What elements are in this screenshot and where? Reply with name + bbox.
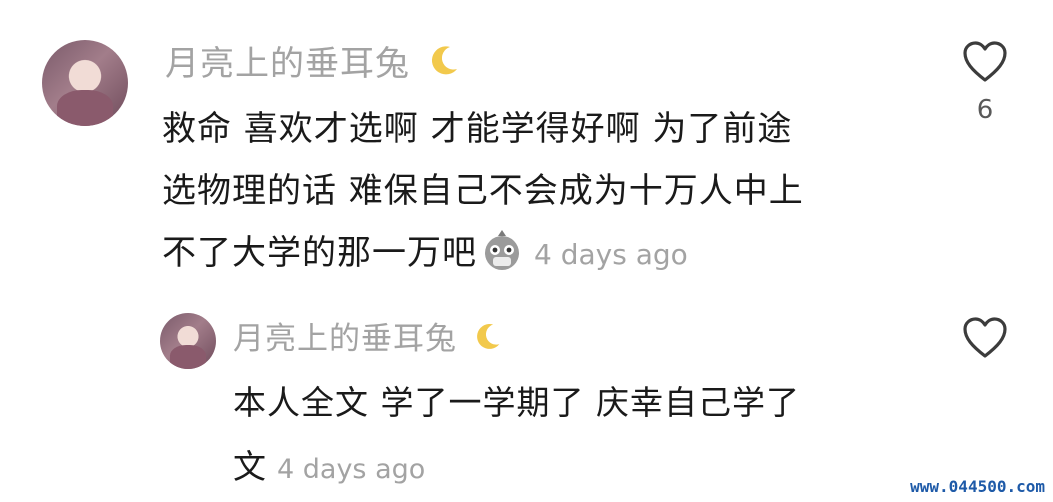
- comment-last-line: 不了大学的那一万吧 4 days ago: [162, 222, 804, 292]
- comment-line: 本人全文 学了一学期了 庆幸自己学了: [233, 383, 800, 422]
- comment-body: 救命 喜欢才选啊 才能学得好啊 为了前途 选物理的话 难保自己不会成为十万人中上…: [162, 98, 804, 292]
- comment-line: 不了大学的那一万吧: [162, 233, 477, 273]
- username-text: 月亮上的垂耳兔: [233, 321, 457, 357]
- heart-icon: [963, 317, 1007, 358]
- comment-username[interactable]: 月亮上的垂耳兔: [165, 36, 460, 88]
- comment-line: 选物理的话 难保自己不会成为十万人中上: [162, 171, 804, 211]
- comment-username[interactable]: 月亮上的垂耳兔: [233, 313, 502, 361]
- comment-line: 救命 喜欢才选啊 才能学得好啊 为了前途: [162, 109, 793, 149]
- comment-last-line: 文 4 days ago: [233, 435, 800, 502]
- crescent-moon-icon: [424, 43, 460, 88]
- comment-timestamp: 4 days ago: [534, 238, 688, 271]
- like-count: 6: [976, 95, 994, 125]
- avatar[interactable]: [160, 313, 216, 369]
- comment-timestamp: 4 days ago: [277, 454, 426, 485]
- avatar[interactable]: [42, 40, 128, 126]
- crescent-moon-icon: [470, 321, 502, 361]
- like-button[interactable]: [955, 32, 1015, 92]
- face-mask-emoji-icon: [480, 228, 524, 292]
- comment-line: 文: [233, 447, 267, 486]
- username-text: 月亮上的垂耳兔: [165, 44, 410, 84]
- like-button[interactable]: [955, 308, 1015, 368]
- comment-body: 本人全文 学了一学期了 庆幸自己学了 文 4 days ago: [233, 371, 800, 502]
- heart-icon: [963, 41, 1007, 82]
- watermark: www.044500.com: [910, 477, 1045, 496]
